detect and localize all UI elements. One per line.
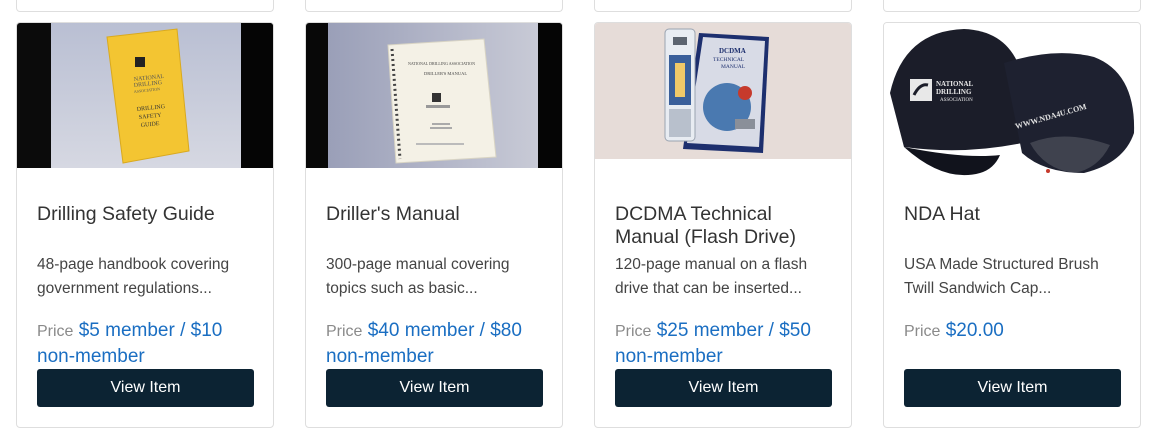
product-description: 48-page handbook covering government reg… <box>37 256 230 297</box>
dcdma-flash-drive-image: DCDMA TECHNICAL MANUAL <box>664 28 769 153</box>
product-image[interactable]: NATIONAL DRILLING ASSOCIATION DRILLING S… <box>17 23 273 168</box>
product-description: 300-page manual covering topics such as … <box>326 256 510 297</box>
product-card[interactable]: DCDMA TECHNICAL MANUAL DCDMA Technical M… <box>594 22 852 428</box>
svg-text:TECHNICAL: TECHNICAL <box>713 57 745 63</box>
view-item-button[interactable]: View Item <box>615 369 832 407</box>
previous-row-card <box>883 0 1141 12</box>
product-image[interactable]: NATIONAL DRILLING ASSOCIATION WWW.NDA4U.… <box>884 23 1140 183</box>
nda-hat-image: NATIONAL DRILLING ASSOCIATION WWW.NDA4U.… <box>890 29 1135 176</box>
product-price: Price $20.00 <box>904 318 1126 344</box>
product-card[interactable]: NATIONAL DRILLING ASSOCIATION DRILLER'S … <box>305 22 563 428</box>
drillers-manual-image: NATIONAL DRILLING ASSOCIATION DRILLER'S … <box>328 23 562 168</box>
product-title[interactable]: NDA Hat <box>904 203 1126 226</box>
product-image[interactable]: NATIONAL DRILLING ASSOCIATION DRILLER'S … <box>306 23 562 168</box>
product-title[interactable]: Drilling Safety Guide <box>37 203 259 226</box>
svg-text:DRILLING: DRILLING <box>936 88 972 96</box>
price-label: Price <box>615 323 652 340</box>
product-price: Price $25 member / $50 non-member <box>615 318 837 369</box>
product-card[interactable]: NATIONAL DRILLING ASSOCIATION DRILLING S… <box>16 22 274 428</box>
view-item-button[interactable]: View Item <box>326 369 543 407</box>
product-title[interactable]: Driller's Manual <box>326 203 548 226</box>
svg-text:NATIONAL: NATIONAL <box>936 80 974 88</box>
product-description: USA Made Structured Brush Twill Sandwich… <box>904 256 1099 297</box>
safety-guide-book-image: NATIONAL DRILLING ASSOCIATION DRILLING S… <box>51 23 273 168</box>
view-item-button[interactable]: View Item <box>904 369 1121 407</box>
previous-row-card <box>16 0 274 12</box>
price-value: $20.00 <box>945 320 1004 341</box>
svg-text:DRILLER'S MANUAL: DRILLER'S MANUAL <box>424 71 467 76</box>
svg-text:NATIONAL DRILLING ASSOCIATION: NATIONAL DRILLING ASSOCIATION <box>408 61 475 66</box>
previous-row-card <box>594 0 852 12</box>
product-price: Price $40 member / $80 non-member <box>326 318 548 369</box>
svg-text:DCDMA: DCDMA <box>719 47 746 55</box>
svg-text:MANUAL: MANUAL <box>721 64 746 70</box>
price-label: Price <box>37 323 74 340</box>
previous-row-card <box>305 0 563 12</box>
view-item-button[interactable]: View Item <box>37 369 254 407</box>
product-title[interactable]: DCDMA Technical Manual (Flash Drive) <box>615 203 837 249</box>
product-description: 120-page manual on a flash drive that ca… <box>615 256 808 297</box>
price-label: Price <box>904 323 941 340</box>
product-image[interactable]: DCDMA TECHNICAL MANUAL <box>595 23 851 159</box>
svg-text:ASSOCIATION: ASSOCIATION <box>940 98 973 103</box>
product-price: Price $5 member / $10 non-member <box>37 318 259 369</box>
product-card[interactable]: NATIONAL DRILLING ASSOCIATION WWW.NDA4U.… <box>883 22 1141 428</box>
price-label: Price <box>326 323 363 340</box>
